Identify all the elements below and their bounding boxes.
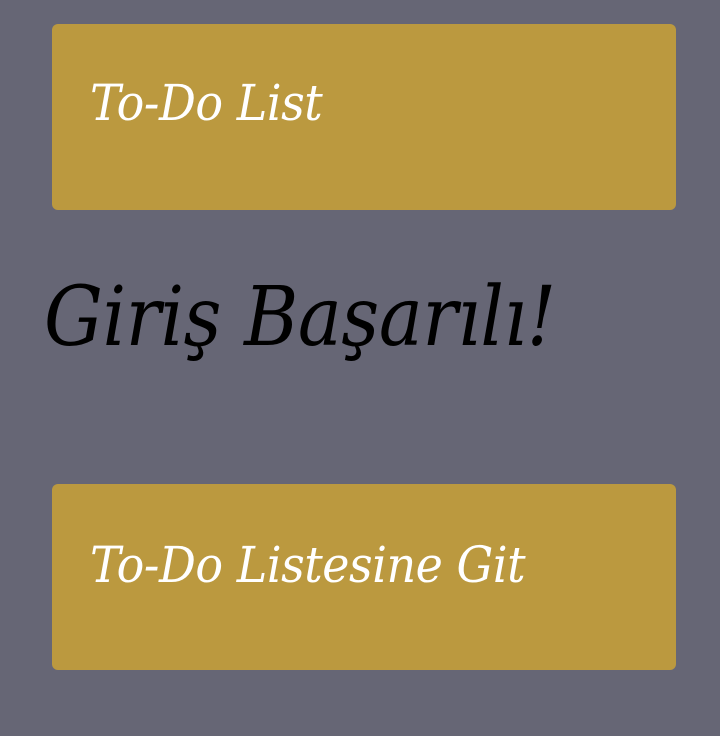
login-success-message: Giriş Başarılı! [44, 270, 556, 365]
page-title: To-Do List [90, 74, 323, 132]
go-to-todo-list-label: To-Do Listesine Git [90, 536, 526, 594]
go-to-todo-list-button[interactable]: To-Do Listesine Git [52, 484, 676, 670]
header-banner: To-Do List [52, 24, 676, 210]
